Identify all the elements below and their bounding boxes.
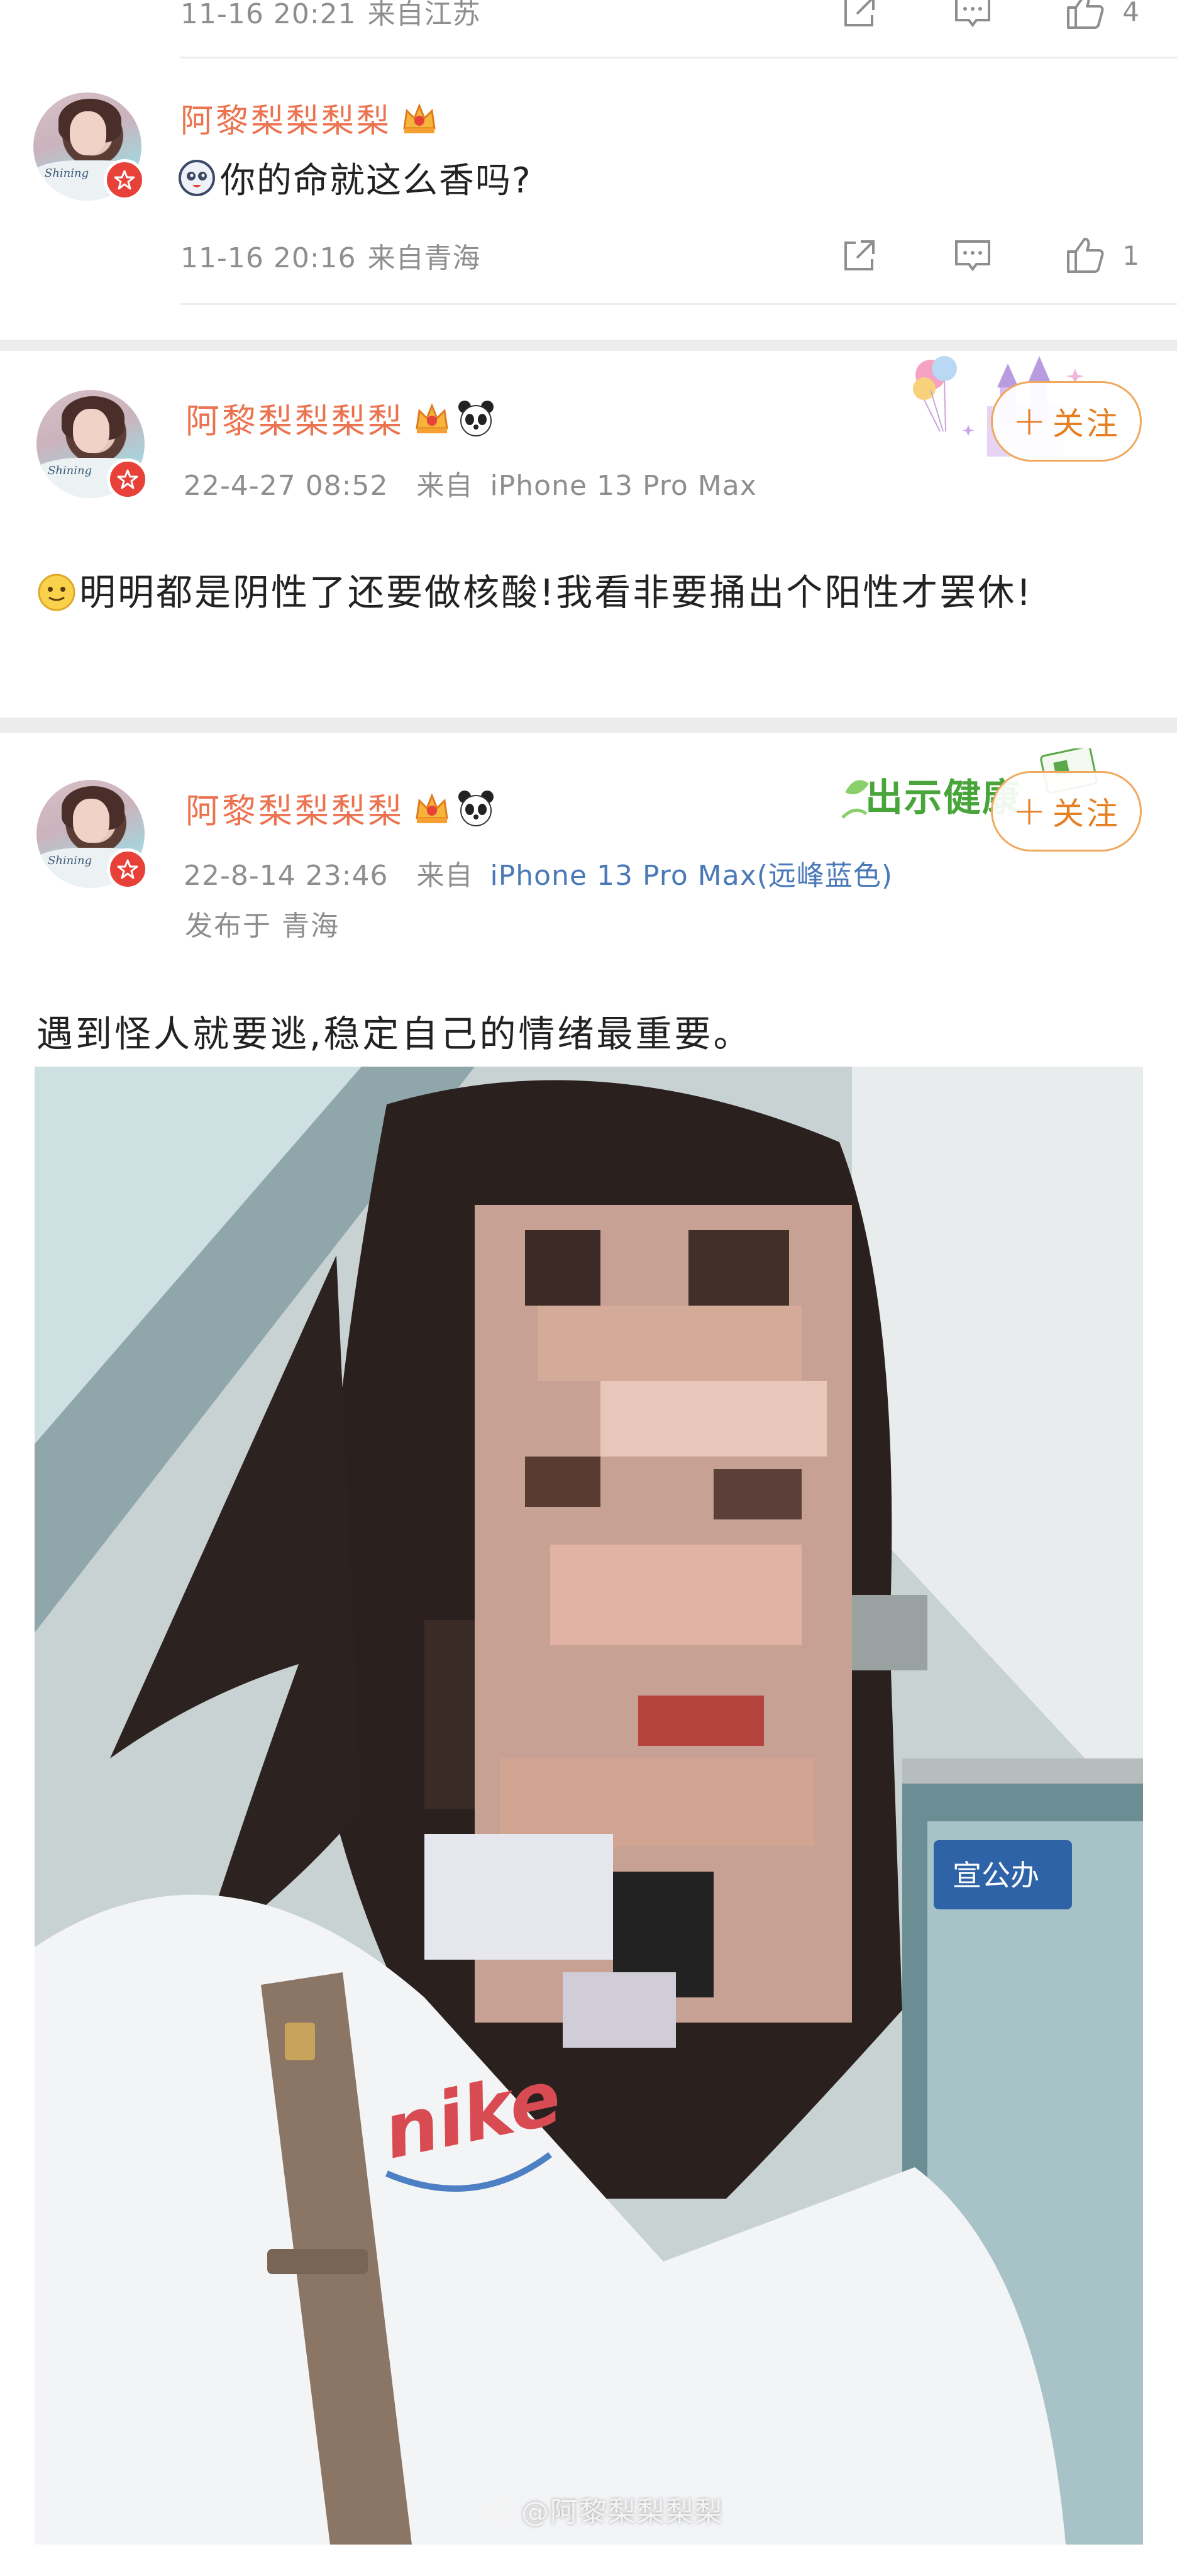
avatar-caption: Shining xyxy=(48,854,92,867)
share-icon xyxy=(844,0,875,26)
verified-badge xyxy=(107,848,148,890)
share-icon xyxy=(844,240,875,270)
avatar-caption: Shining xyxy=(48,464,92,477)
panda-icon xyxy=(458,400,494,436)
post-1-source: iPhone 13 Pro Max xyxy=(490,470,757,502)
post-1-username[interactable]: 阿黎梨梨梨梨 xyxy=(185,393,496,443)
comment-top-like-button[interactable]: 4 xyxy=(1063,0,1139,34)
post-2-meta: 22-8-14 23:46 来自 iPhone 13 Pro Max(远峰蓝色) xyxy=(184,860,893,892)
comment-2-reply-button[interactable] xyxy=(950,233,995,278)
thumbs-up-icon xyxy=(1067,238,1104,273)
weibo-logo-icon xyxy=(482,2498,515,2523)
divider xyxy=(180,57,1177,58)
post-2-body: 遇到怪人就要逃,稳定自己的情绪最重要。 xyxy=(36,1013,753,1055)
plus-icon: + xyxy=(1012,788,1049,835)
post-2-image[interactable]: 宣公办 nike @阿黎梨梨梨梨 xyxy=(35,1067,1143,2545)
crown-vip-icon xyxy=(403,103,436,133)
plus-icon: + xyxy=(1012,398,1049,445)
comment-top-like-count: 4 xyxy=(1122,0,1139,27)
crown-vip-icon xyxy=(416,792,448,823)
avatar-caption: Shining xyxy=(45,167,89,180)
comment-2-share-button[interactable] xyxy=(837,233,882,278)
smile-emoji-icon xyxy=(38,574,75,611)
post-2-location: 发布于 青海 xyxy=(185,910,340,942)
comment-icon xyxy=(955,0,991,28)
thumbs-up-icon xyxy=(1067,0,1104,29)
post-1-time: 22-4-27 08:52 xyxy=(184,470,389,502)
weibo-feed-page: 11-16 20:21 来自江苏 4 Shining 阿黎梨梨梨梨 你的命就这么… xyxy=(0,0,1177,2576)
comment-2-text: 你的命就这么香吗? xyxy=(177,152,532,203)
comment-top-time: 11-16 20:21 xyxy=(180,0,356,30)
comment-2-like-button[interactable]: 1 xyxy=(1063,233,1139,278)
post-1-body: 明明都是阴性了还要做核酸!我看非要捅出个阳性才罢休! xyxy=(36,558,1143,626)
comment-2-meta: 11-16 20:16 来自青海 1 xyxy=(180,230,1139,280)
post-2-source-link[interactable]: iPhone 13 Pro Max(远峰蓝色) xyxy=(490,860,893,892)
pixelated-face xyxy=(424,1205,927,2048)
comment-top-source: 来自江苏 xyxy=(367,0,481,30)
comment-icon xyxy=(955,240,991,272)
panda-icon xyxy=(458,790,494,826)
sign-text: 宣公办 xyxy=(953,1858,1039,1892)
crown-vip-icon xyxy=(416,402,448,433)
verified-badge xyxy=(107,458,148,500)
penguin-emoji-icon xyxy=(179,159,215,196)
selfie-photo: 宣公办 nike xyxy=(35,1067,1143,2545)
verified-badge xyxy=(104,159,145,201)
post-1-meta: 22-4-27 08:52 来自 iPhone 13 Pro Max xyxy=(184,470,757,502)
comment-top-meta: 11-16 20:21 来自江苏 4 xyxy=(180,0,1139,36)
comment-2-source: 来自青海 xyxy=(367,242,481,274)
star-badge-icon xyxy=(117,469,138,489)
comment-top-share-button[interactable] xyxy=(837,0,882,34)
divider xyxy=(180,303,1177,305)
post-1-follow-button[interactable]: + 关注 xyxy=(991,381,1142,462)
post-2-time: 22-8-14 23:46 xyxy=(184,860,389,892)
weibo-watermark: @阿黎梨梨梨梨 xyxy=(481,2489,724,2529)
comment-2-like-count: 1 xyxy=(1122,240,1139,271)
star-badge-icon xyxy=(114,170,135,190)
comment-2-time: 11-16 20:16 xyxy=(180,242,356,274)
comment-top-reply-button[interactable] xyxy=(950,0,995,34)
post-2-follow-button[interactable]: + 关注 xyxy=(991,771,1142,852)
star-badge-icon xyxy=(117,859,138,879)
comment-2-username[interactable]: 阿黎梨梨梨梨 xyxy=(180,94,438,142)
post-2-username[interactable]: 阿黎梨梨梨梨 xyxy=(185,783,496,833)
section-separator xyxy=(0,718,1177,733)
